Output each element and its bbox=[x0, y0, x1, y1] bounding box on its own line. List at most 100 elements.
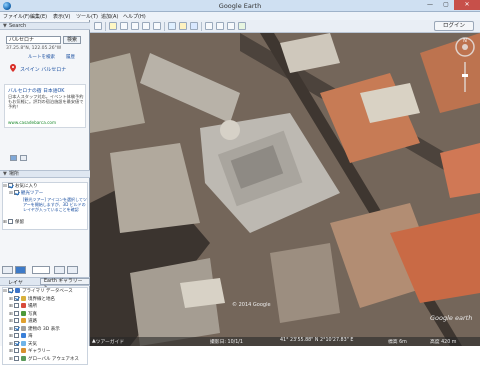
layer-icon bbox=[15, 288, 20, 293]
checkbox[interactable] bbox=[8, 288, 13, 293]
tab-earth-gallery[interactable]: Earth ギャラリー » bbox=[40, 278, 90, 290]
search-result-title[interactable]: スペイン バルセロナ bbox=[20, 66, 66, 73]
list-item[interactable]: ⊟ お気に入り bbox=[3, 183, 89, 190]
layer-item[interactable]: ⊞ ギャラリー bbox=[3, 348, 87, 356]
checkbox[interactable] bbox=[14, 333, 19, 338]
places-toolbar bbox=[2, 266, 88, 275]
title-bar: Google Earth — ▢ ✕ bbox=[0, 0, 480, 12]
toolbar-separator bbox=[164, 22, 165, 31]
list-item-label: 観光ツアー bbox=[21, 191, 44, 196]
layer-icon bbox=[21, 318, 26, 323]
tab-layers[interactable]: レイヤ bbox=[8, 279, 23, 286]
polygon-icon[interactable] bbox=[120, 22, 128, 30]
checkbox[interactable] bbox=[8, 183, 13, 188]
eye-altitude-readout: 高度 420 m bbox=[430, 340, 457, 345]
tour-guide-button[interactable]: ▲ ツアーガイド bbox=[92, 338, 124, 345]
ad-title[interactable]: バルセロナの宿 日本語OK bbox=[8, 87, 64, 94]
checkbox[interactable] bbox=[14, 310, 19, 316]
menu-file[interactable]: ファイル(F) bbox=[3, 13, 30, 20]
layer-item[interactable]: ⊞ 天気 bbox=[3, 340, 87, 349]
down-icon[interactable] bbox=[67, 266, 78, 274]
clear-icon[interactable] bbox=[20, 155, 27, 161]
list-item[interactable]: ⊞ 保留 bbox=[3, 219, 89, 226]
email-icon[interactable] bbox=[216, 22, 224, 30]
checkbox[interactable] bbox=[14, 190, 19, 195]
map-view[interactable]: N © 2014 Google Google earth bbox=[90, 33, 480, 346]
menu-help[interactable]: ヘルプ(H) bbox=[123, 13, 146, 20]
navigation-controls[interactable]: N bbox=[454, 36, 476, 96]
sun-icon[interactable] bbox=[179, 22, 187, 30]
layers-list: ⊟ プライマリ データベース ⊞ 境界線と地名 ⊞ 場所 ⊞ 写真 ⊞ 道路 ⊞ 建物の 3D 表示 ⊞… bbox=[2, 287, 88, 365]
menu-view[interactable]: 表示(V) bbox=[53, 13, 70, 20]
menu-add[interactable]: 追加(A) bbox=[101, 13, 118, 20]
layer-icon bbox=[21, 303, 26, 308]
checkbox[interactable] bbox=[14, 348, 19, 353]
coordinates-readout: 41° 23'55.88" N 2°10'27.83" E bbox=[280, 338, 354, 343]
tab-empty[interactable] bbox=[32, 266, 50, 274]
maximize-button[interactable]: ▢ bbox=[438, 0, 454, 10]
toolbar-separator bbox=[201, 22, 202, 31]
close-button[interactable]: ✕ bbox=[454, 0, 480, 10]
layers-panel-header: レイヤ Earth ギャラリー » bbox=[0, 277, 90, 290]
tour-icon[interactable] bbox=[153, 22, 161, 30]
places-list: ⊟ お気に入り ⊟ 観光ツアー [観光ツアー] アイコンを選択してツアーを開始します… bbox=[2, 182, 88, 230]
layer-label: ギャラリー bbox=[28, 349, 51, 354]
layer-item[interactable]: ⊞ 道路 bbox=[3, 318, 87, 326]
ruler-icon[interactable] bbox=[205, 22, 213, 30]
checkbox[interactable] bbox=[14, 355, 19, 361]
minimize-button[interactable]: — bbox=[422, 0, 438, 10]
map-pin-icon[interactable] bbox=[10, 64, 16, 72]
compass-icon[interactable]: N bbox=[454, 36, 476, 96]
list-item-label: お気に入り bbox=[15, 184, 38, 189]
window-title: Google Earth bbox=[218, 2, 262, 10]
places-tab-icon[interactable] bbox=[15, 266, 26, 274]
layer-item[interactable]: ⊟ プライマリ データベース bbox=[3, 288, 87, 296]
layer-label: 建物の 3D 表示 bbox=[28, 326, 60, 332]
checkbox[interactable] bbox=[8, 219, 13, 224]
layer-label: 写真 bbox=[28, 311, 37, 317]
layer-item[interactable]: ⊞ 建物の 3D 表示 bbox=[3, 325, 87, 334]
checkbox[interactable] bbox=[14, 303, 19, 308]
menu-bar: ファイル(F) 編集(E) 表示(V) ツール(T) 追加(A) ヘルプ(H) bbox=[0, 12, 480, 20]
checkbox[interactable] bbox=[14, 295, 19, 301]
layer-item[interactable]: ⊞ 写真 bbox=[3, 310, 87, 319]
layer-item[interactable]: ⊞ グローバル アウェアネス bbox=[3, 355, 87, 364]
route-search-link[interactable]: ルートを検索 bbox=[28, 54, 55, 60]
tour-instructions: [観光ツアー] アイコンを選択してツアーを開始しますが、3D ビルドのレイヤが入… bbox=[23, 197, 87, 212]
menu-edit[interactable]: 編集(E) bbox=[30, 13, 47, 20]
toolbar: ログイン bbox=[90, 20, 480, 33]
svg-text:N: N bbox=[463, 38, 467, 44]
satellite-imagery[interactable] bbox=[90, 33, 480, 346]
search-panel-header[interactable]: ▼ Search bbox=[0, 22, 90, 30]
map-icon[interactable] bbox=[238, 22, 246, 30]
sidebar-icon[interactable] bbox=[94, 22, 102, 30]
imagery-date: 撮影日: 10/1/1 bbox=[210, 340, 243, 345]
list-item[interactable]: ⊟ 観光ツアー bbox=[3, 190, 89, 197]
history-link[interactable]: 履歴 bbox=[66, 54, 75, 60]
path-icon[interactable] bbox=[131, 22, 139, 30]
search-tab-icon[interactable] bbox=[2, 266, 13, 274]
checkbox[interactable] bbox=[14, 318, 19, 323]
layer-item[interactable]: ⊞ 境界線と地名 bbox=[3, 295, 87, 304]
search-button[interactable]: 検索 bbox=[63, 36, 81, 44]
history-icon[interactable] bbox=[168, 22, 176, 30]
checkbox[interactable] bbox=[14, 325, 19, 331]
layer-label: 道路 bbox=[28, 319, 37, 324]
list-item-label: 保留 bbox=[15, 220, 24, 225]
menu-tools[interactable]: ツール(T) bbox=[76, 13, 98, 20]
ad-url[interactable]: www.casadebarca.com bbox=[8, 120, 56, 125]
checkbox[interactable] bbox=[14, 340, 19, 346]
sponsored-result[interactable]: バルセロナの宿 日本語OK 日本人スタッフ対応。イベント体験予約もお気軽に。評判… bbox=[4, 84, 86, 128]
copy-icon[interactable] bbox=[10, 155, 17, 161]
places-panel-header[interactable]: ▼ 場所 bbox=[0, 170, 90, 178]
login-button[interactable]: ログイン bbox=[434, 21, 474, 31]
print-icon[interactable] bbox=[227, 22, 235, 30]
overlay-icon[interactable] bbox=[142, 22, 150, 30]
planet-icon[interactable] bbox=[190, 22, 198, 30]
search-input[interactable]: バルセロナ bbox=[6, 36, 61, 44]
layer-item[interactable]: ⊞ 場所 bbox=[3, 303, 87, 311]
placemark-icon[interactable] bbox=[109, 22, 117, 30]
layer-item[interactable]: ⊞ 海 bbox=[3, 333, 87, 341]
up-icon[interactable] bbox=[54, 266, 65, 274]
places-panel-title: 場所 bbox=[9, 171, 20, 177]
